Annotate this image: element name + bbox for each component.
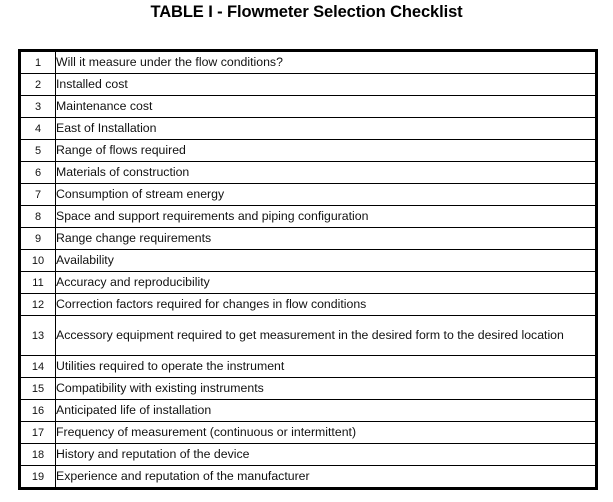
row-text: History and reputation of the device [55,443,597,466]
checklist-table: 1 Will it measure under the flow conditio… [18,49,598,490]
row-number: 18 [19,443,56,466]
table-row: 16 Anticipated life of installation [19,399,597,422]
row-number: 14 [19,355,56,378]
row-number: 4 [19,117,56,140]
table-row: 12 Correction factors required for change… [19,293,597,316]
row-number: 13 [19,315,56,356]
row-number: 7 [19,183,56,206]
table-row: 6 Materials of construction [19,161,597,184]
table-row: 7 Consumption of stream energy [19,183,597,206]
table-row: 17 Frequency of measurement (continuous o… [19,421,597,444]
row-number: 3 [19,95,56,118]
row-text: Availability [55,249,597,272]
row-text: Anticipated life of installation [55,399,597,422]
table-row: 4 East of Installation [19,117,597,140]
row-text: Range of flows required [55,139,597,162]
row-text: Space and support requirements and pipin… [55,205,597,228]
row-text: Experience and reputation of the manufac… [55,465,597,489]
table-row: 3 Maintenance cost [19,95,597,118]
row-number: 12 [19,293,56,316]
row-text: Frequency of measurement (continuous or … [55,421,597,444]
row-number: 10 [19,249,56,272]
row-number: 6 [19,161,56,184]
row-text: Accessory equipment required to get meas… [55,315,597,356]
row-number: 9 [19,227,56,250]
row-text: East of Installation [55,117,597,140]
table-row: 13 Accessory equipment required to get me… [19,315,597,356]
row-text: Materials of construction [55,161,597,184]
row-text: Range change requirements [55,227,597,250]
table-row: 10 Availability [19,249,597,272]
row-number: 11 [19,271,56,294]
row-text: Accuracy and reproducibility [55,271,597,294]
table-row: 2 Installed cost [19,73,597,96]
table-row: 1 Will it measure under the flow conditio… [19,50,597,74]
row-text: Will it measure under the flow condition… [55,50,597,74]
table-title: TABLE I - Flowmeter Selection Checklist [150,3,463,21]
row-text: Consumption of stream energy [55,183,597,206]
table-row: 19 Experience and reputation of the manuf… [19,465,597,489]
table-row: 8 Space and support requirements and pipi… [19,205,597,228]
table-row: 11 Accuracy and reproducibility [19,271,597,294]
table-row: 15 Compatibility with existing instrument… [19,377,597,400]
row-number: 5 [19,139,56,162]
table-row: 18 History and reputation of the device [19,443,597,466]
row-number: 15 [19,377,56,400]
row-number: 8 [19,205,56,228]
row-text: Maintenance cost [55,95,597,118]
table-row: 14 Utilities required to operate the inst… [19,355,597,378]
row-number: 17 [19,421,56,444]
table-row: 5 Range of flows required [19,139,597,162]
row-text: Correction factors required for changes … [55,293,597,316]
row-text: Installed cost [55,73,597,96]
table-row: 9 Range change requirements [19,227,597,250]
row-text: Utilities required to operate the instru… [55,355,597,378]
row-number: 1 [19,50,56,74]
row-number: 19 [19,465,56,489]
row-number: 16 [19,399,56,422]
row-text: Compatibility with existing instruments [55,377,597,400]
row-number: 2 [19,73,56,96]
